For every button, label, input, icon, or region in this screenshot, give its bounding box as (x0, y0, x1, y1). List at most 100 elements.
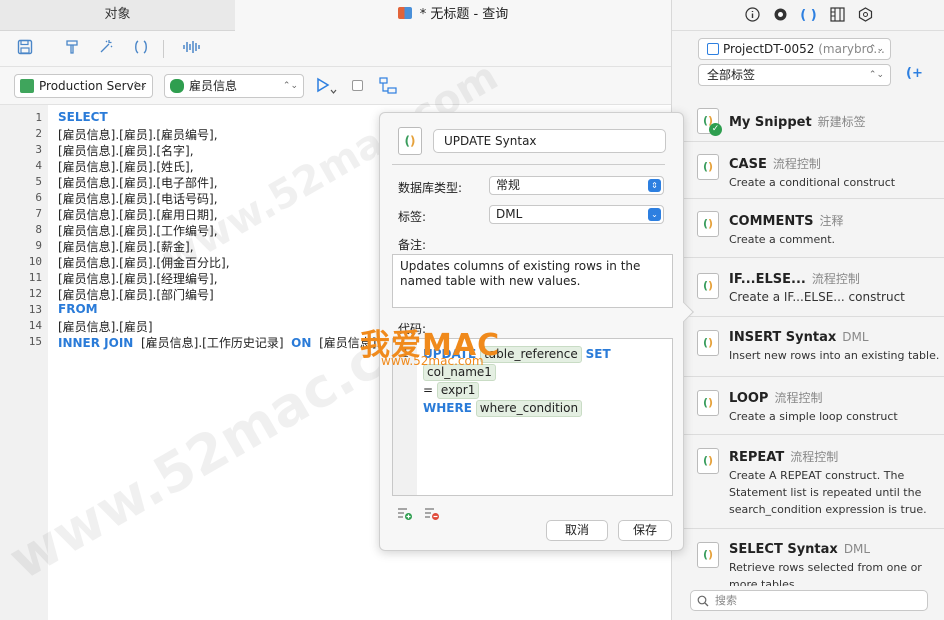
format-icon[interactable] (62, 39, 82, 59)
preview-icon[interactable] (772, 7, 789, 24)
code-line-14: [雇员信息].[雇员] (58, 320, 153, 334)
snippet-title: COMMENTS (729, 214, 814, 229)
snippet-item[interactable]: () COMMENTS 注释 Create a comment. (683, 199, 944, 258)
search-icon (697, 594, 709, 613)
database-select[interactable]: 雇员信息 ⌃⌄ (164, 74, 304, 98)
run-button[interactable] (316, 76, 338, 96)
line-number: 12 (28, 287, 42, 300)
code-line-10: [雇员信息].[雇员].[佣金百分比], (58, 256, 230, 270)
snippet-search-input[interactable]: 搜索 (690, 590, 928, 611)
snippet-title: IF...ELSE... (729, 272, 806, 287)
tab-objects[interactable]: 对象 (0, 0, 235, 31)
snippet-item[interactable]: () CASE 流程控制 Create a conditional constru… (683, 142, 944, 199)
snippet-item[interactable]: () IF...ELSE... 流程控制 Create a IF...ELSE..… (683, 258, 944, 317)
line-number: 13 (28, 303, 42, 316)
chevron-updown-icon: ⌃⌄ (131, 81, 147, 91)
snippet-desc: Create a conditional construct (729, 176, 896, 189)
placeholder-token[interactable]: expr1 (436, 382, 480, 399)
new-snippet-icon[interactable]: (+ (906, 66, 924, 84)
db-type-select[interactable]: 常规 ⇕ (489, 176, 664, 195)
snippet-tag: 流程控制 (811, 272, 860, 286)
snippet-file-icon: () (697, 390, 719, 416)
query-icon (397, 7, 412, 19)
code-line-5: [雇员信息].[雇员].[电子部件], (58, 176, 218, 190)
line-number: 5 (35, 175, 42, 188)
database-label: 雇员信息 (189, 79, 238, 93)
tag-filter-select[interactable]: 全部标签 ⌃⌄ (698, 64, 891, 86)
code-line-1: SELECT (58, 110, 108, 124)
snippet-title: LOOP (729, 391, 769, 406)
code-line-15: INNER JOIN [雇员信息].[工作历史记录] ON [雇员信息]. (58, 334, 380, 351)
keyword-inner-join: INNER JOIN (58, 336, 134, 350)
toolbar-divider (163, 40, 164, 58)
code-line-6: [雇员信息].[雇员].[电话号码], (58, 192, 218, 206)
magic-wand-icon[interactable] (96, 39, 116, 59)
tag-select[interactable]: DML ⌄ (489, 205, 664, 224)
snippet-tag: 新建标签 (817, 115, 866, 129)
tag-value: DML (496, 207, 523, 221)
snippet-desc: Create a IF...ELSE... construct (729, 290, 905, 304)
snippet-icon[interactable]: ( ) (800, 7, 817, 24)
chevron-down-icon: ⌄ (648, 208, 661, 221)
snippet-tag: 流程控制 (790, 450, 839, 464)
code-line-9: [雇员信息].[雇员].[薪金], (58, 240, 194, 254)
keyword-where: WHERE (423, 401, 472, 415)
save-button[interactable]: 保存 (618, 520, 672, 541)
explain-plan-icon[interactable] (379, 77, 397, 95)
database-icon (170, 79, 184, 93)
snippet-file-icon: () (697, 448, 719, 474)
line-number: 1 (35, 111, 42, 124)
code-line-13: FROM (58, 302, 98, 316)
editor-toolbar (0, 31, 671, 67)
snippet-tag: 流程控制 (774, 391, 823, 405)
watermark-url: www.52mac.com (381, 354, 484, 368)
tab-bar: 对象 * 无标题 - 查询 (0, 0, 671, 31)
snippet-title: SELECT Syntax (729, 542, 838, 557)
line-number: 9 (35, 239, 42, 252)
snippet-file-icon: () (697, 330, 719, 356)
db-type-value: 常规 (496, 178, 521, 192)
tab-query-label: * 无标题 - 查询 (419, 7, 509, 22)
stop-button[interactable] (352, 80, 363, 91)
search-placeholder: 搜索 (715, 594, 737, 607)
model-icon[interactable] (857, 7, 874, 24)
line-number: 15 (28, 335, 42, 348)
explain-icon[interactable] (181, 39, 201, 59)
snippet-file-icon: () (398, 127, 422, 155)
snippet-panel: ( ) ProjectDT-0052 (marybro... ⌃⌄ 全部标签 ⌃… (671, 0, 944, 620)
line-number: 14 (28, 319, 42, 332)
remove-placeholder-icon[interactable] (424, 505, 440, 521)
code-line-11: [雇员信息].[雇员].[经理编号], (58, 272, 218, 286)
snippet-tag: 流程控制 (772, 157, 821, 171)
line-number: 7 (35, 207, 42, 220)
notes-textarea[interactable]: Updates columns of existing rows in the … (392, 254, 673, 308)
snippet-file-icon: () (697, 211, 719, 237)
snippet-title: My Snippet (729, 115, 812, 130)
snippet-item[interactable]: () LOOP 流程控制 Create a simple loop constru… (683, 377, 944, 435)
snippet-item[interactable]: () ✓ My Snippet 新建标签 (683, 96, 944, 142)
code-line-2: [雇员信息].[雇员].[雇员编号], (58, 128, 218, 142)
save-icon[interactable] (15, 39, 35, 59)
keyword-on: ON (291, 336, 312, 350)
inspector-toolbar: ( ) (672, 0, 944, 31)
add-placeholder-icon[interactable] (397, 505, 413, 521)
placeholder-token[interactable]: where_condition (475, 400, 583, 417)
info-icon[interactable] (744, 7, 761, 24)
line-number: 10 (28, 255, 42, 268)
line-number: 3 (35, 143, 42, 156)
snippet-item[interactable]: () INSERT Syntax DML Insert new rows into… (683, 317, 944, 377)
code-line-4: [雇员信息].[雇员].[姓氏], (58, 160, 194, 174)
check-icon: ✓ (709, 123, 722, 136)
project-select[interactable]: ProjectDT-0052 (marybro... ⌃⌄ (698, 38, 891, 60)
tab-query[interactable]: * 无标题 - 查询 (235, 0, 671, 31)
cancel-button[interactable]: 取消 (546, 520, 608, 541)
snippet-item[interactable]: () SELECT Syntax DML Retrieve rows select… (683, 529, 944, 586)
code-snippet-icon[interactable] (131, 39, 151, 59)
equals-sign: = (423, 383, 434, 397)
chevron-updown-icon: ⌃⌄ (868, 44, 884, 54)
db-type-label: 数据库类型: (398, 181, 463, 195)
snippet-item[interactable]: () REPEAT 流程控制 Create A REPEAT construct.… (683, 435, 944, 529)
snippet-name-input[interactable]: UPDATE Syntax (433, 129, 666, 153)
layout-icon[interactable] (829, 7, 846, 24)
connection-select[interactable]: Production Server ⌃⌄ (14, 74, 153, 98)
